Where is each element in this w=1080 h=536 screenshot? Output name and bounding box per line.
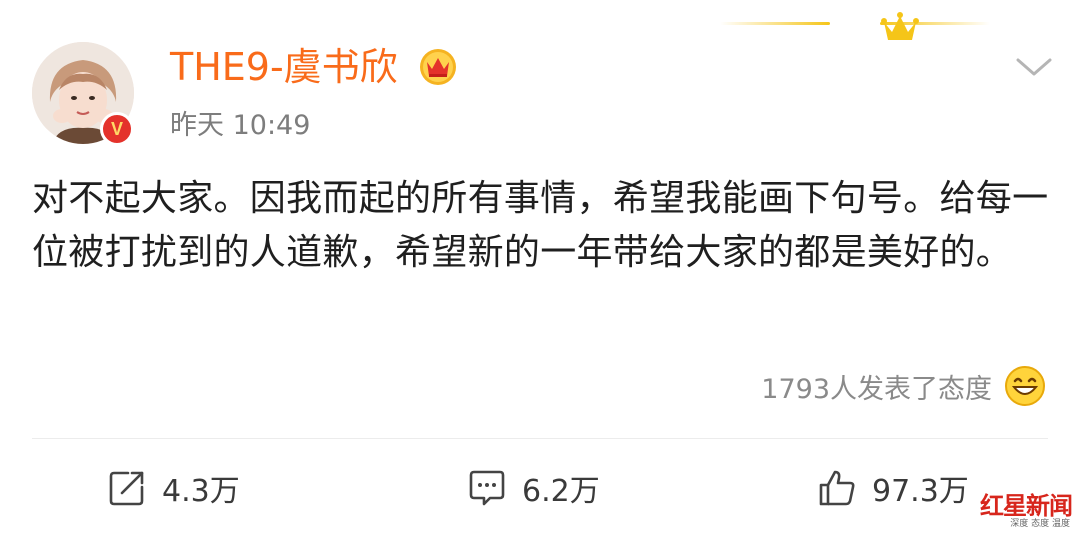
repost-count: 4.3万: [162, 474, 240, 509]
vip-crown-icon[interactable]: [418, 47, 458, 87]
reactions-summary[interactable]: 1793人发表了态度: [761, 362, 1046, 410]
chevron-down-icon[interactable]: [1014, 52, 1054, 82]
like-count: 97.3万: [872, 474, 969, 509]
header-decoration-line: [720, 22, 990, 25]
thumbs-up-icon: [819, 470, 855, 506]
divider: [32, 438, 1048, 439]
post-text: 对不起大家。因我而起的所有事情，希望我能画下句号。给每一位被打扰到的人道歉，希望…: [32, 178, 1049, 273]
crown-icon: [881, 12, 919, 40]
repost-button[interactable]: 4.3万: [106, 462, 240, 514]
grinning-emoji-icon: [1005, 366, 1045, 406]
watermark-tagline: 深度 态度 温度: [1010, 519, 1070, 529]
username[interactable]: THE9-虞书欣: [170, 42, 398, 92]
like-button[interactable]: 97.3万: [816, 462, 969, 514]
reactions-summary-label: 1793人发表了态度: [761, 373, 992, 405]
comment-count: 6.2万: [522, 474, 600, 509]
post-timestamp: 昨天 10:49: [170, 110, 311, 141]
comment-button[interactable]: 6.2万: [466, 462, 600, 514]
repost-icon: [109, 471, 144, 506]
comment-icon: [469, 470, 505, 506]
verified-badge-icon: V: [100, 112, 134, 146]
watermark-logo: 红星新闻 深度 态度 温度: [976, 486, 1073, 530]
